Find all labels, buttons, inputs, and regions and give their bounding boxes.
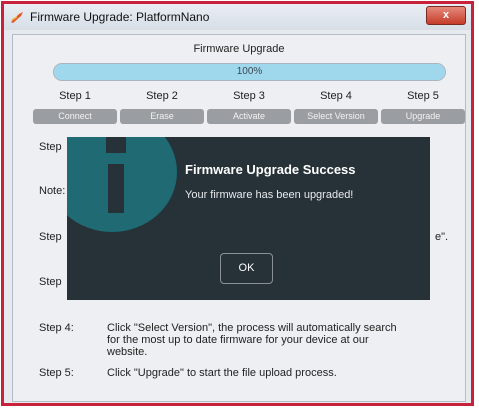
step-3-row-label: Step bbox=[39, 276, 62, 288]
step-1-label: Step 1 bbox=[59, 90, 91, 102]
step-2-row-tail: e". bbox=[435, 231, 449, 243]
upgrade-button[interactable]: Upgrade bbox=[381, 109, 465, 124]
step-2-label: Step 2 bbox=[146, 90, 178, 102]
progress-bar: 100% bbox=[53, 63, 446, 81]
ok-button[interactable]: OK bbox=[220, 253, 273, 284]
erase-button[interactable]: Erase bbox=[120, 109, 204, 124]
step-5-row-label: Step 5: bbox=[39, 367, 74, 379]
step-4-label: Step 4 bbox=[320, 90, 352, 102]
activate-button[interactable]: Activate bbox=[207, 109, 291, 124]
window-title: Firmware Upgrade: PlatformNano bbox=[30, 10, 210, 24]
step-3-label: Step 3 bbox=[233, 90, 265, 102]
page-heading: Firmware Upgrade bbox=[193, 43, 285, 55]
close-icon: x bbox=[442, 9, 450, 21]
info-icon bbox=[67, 137, 177, 232]
connect-button[interactable]: Connect bbox=[33, 109, 117, 124]
step-2-row-label: Step bbox=[39, 231, 62, 243]
step-4-row-label: Step 4: bbox=[39, 322, 74, 334]
step-1-row-label: Step bbox=[39, 141, 62, 153]
dialog-title: Firmware Upgrade Success bbox=[185, 162, 356, 177]
select-version-button[interactable]: Select Version bbox=[294, 109, 378, 124]
step-5-label: Step 5 bbox=[407, 90, 439, 102]
app-icon bbox=[11, 12, 23, 23]
success-dialog: Firmware Upgrade Success Your firmware h… bbox=[67, 137, 430, 300]
step-5-description: Click "Upgrade" to start the file upload… bbox=[107, 367, 337, 379]
note-label: Note: bbox=[39, 185, 66, 197]
progress-label: 100% bbox=[236, 66, 263, 77]
dialog-message: Your firmware has been upgraded! bbox=[185, 189, 354, 201]
title-bar[interactable]: Firmware Upgrade: PlatformNano x bbox=[4, 4, 471, 30]
close-button[interactable]: x bbox=[426, 6, 466, 25]
step-4-description: Click "Select Version", the process will… bbox=[107, 322, 397, 358]
